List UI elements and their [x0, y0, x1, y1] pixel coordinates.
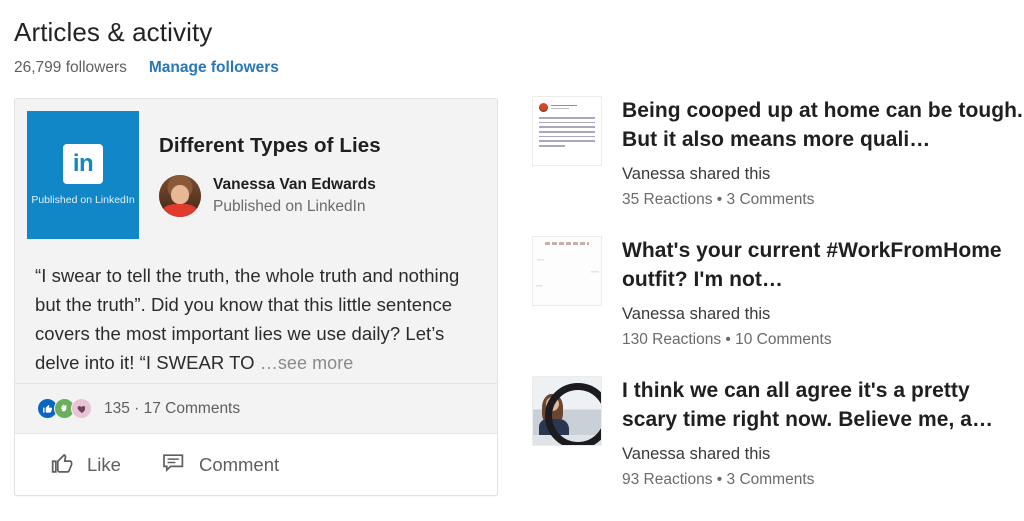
activity-stats: 93 Reactions • 3 Comments — [622, 471, 815, 488]
page-title: Articles & activity — [14, 17, 213, 47]
social-counts-row: 135 · 17 Comments — [15, 383, 497, 419]
activity-shared-by: Vanessa shared this — [622, 445, 771, 463]
see-more-link[interactable]: …see more — [260, 353, 353, 373]
reaction-counts-text: 135 · 17 Comments — [104, 399, 241, 417]
article-card[interactable]: in Published on LinkedIn Different Types… — [14, 98, 498, 496]
article-body-text: “I swear to tell the truth, the whole tr… — [35, 265, 460, 373]
thumbs-up-icon — [49, 450, 75, 479]
article-body: “I swear to tell the truth, the whole tr… — [15, 239, 497, 378]
header-subline: 26,799 followers Manage followers — [14, 58, 534, 78]
article-author-row: Vanessa Van Edwards Published on LinkedI… — [159, 175, 485, 217]
activity-stats: 35 Reactions • 3 Comments — [622, 191, 815, 208]
activity-title[interactable]: Being cooped up at home can be tough. Bu… — [622, 96, 1024, 154]
activity-shared-by: Vanessa shared this — [622, 165, 771, 183]
activity-item[interactable]: Being cooped up at home can be tough. Bu… — [532, 96, 1024, 210]
author-subtitle: Published on LinkedIn — [213, 198, 366, 215]
like-button-label: Like — [87, 453, 121, 475]
activity-stats: 130 Reactions • 10 Comments — [622, 331, 832, 348]
linkedin-logo-text: in — [72, 149, 94, 177]
card-action-bar: Like Comment — [15, 433, 497, 495]
comment-button-label: Comment — [198, 453, 280, 475]
ring-light-icon — [545, 383, 601, 445]
activity-title[interactable]: What's your current #WorkFromHome outfit… — [622, 236, 1024, 294]
author-name: Vanessa Van Edwards — [213, 176, 376, 193]
linkedin-article-thumbnail[interactable]: in Published on LinkedIn — [27, 111, 139, 239]
activity-thumbnail-ring-light-photo[interactable] — [532, 376, 602, 446]
post-thumb-header — [539, 103, 595, 112]
author-avatar[interactable] — [159, 175, 201, 217]
article-title[interactable]: Different Types of Lies — [159, 133, 485, 159]
thumbnail-caption: Published on LinkedIn — [31, 193, 135, 206]
linkedin-logo-icon: in — [63, 143, 103, 184]
activity-text: I think we can all agree it's a pretty s… — [602, 376, 1024, 490]
activity-list: Being cooped up at home can be tough. Bu… — [532, 96, 1024, 516]
activity-item[interactable]: What's your current #WorkFromHome outfit… — [532, 236, 1024, 350]
articles-activity-header: Articles & activity 26,799 followers Man… — [14, 16, 534, 78]
article-card-top: in Published on LinkedIn Different Types… — [15, 99, 497, 239]
post-thumb-body-lines — [539, 117, 595, 147]
author-text: Vanessa Van Edwards Published on LinkedI… — [213, 175, 376, 217]
activity-shared-by: Vanessa shared this — [622, 305, 771, 323]
reaction-icons[interactable] — [37, 398, 92, 419]
illustration-annotation-marks — [535, 253, 599, 299]
manage-followers-link[interactable]: Manage followers — [149, 58, 279, 78]
activity-title[interactable]: I think we can all agree it's a pretty s… — [622, 376, 1024, 434]
followers-count: 26,799 followers — [14, 59, 127, 76]
activity-thumbnail-outfit-illustration[interactable] — [532, 236, 602, 306]
activity-text: Being cooped up at home can be tough. Bu… — [602, 96, 1024, 210]
activity-thumbnail-text-post[interactable] — [532, 96, 602, 166]
like-button[interactable]: Like — [49, 450, 121, 479]
activity-text: What's your current #WorkFromHome outfit… — [602, 236, 1024, 350]
comment-bubble-icon — [161, 451, 187, 478]
reaction-support-icon — [71, 398, 92, 419]
avatar-face — [171, 185, 189, 204]
activity-item[interactable]: I think we can all agree it's a pretty s… — [532, 376, 1024, 490]
comment-button[interactable]: Comment — [161, 451, 279, 478]
post-thumb-name-lines — [551, 104, 595, 111]
avatar-body — [164, 204, 196, 217]
article-meta: Different Types of Lies Vanessa Van Edwa… — [139, 111, 485, 239]
post-thumb-avatar — [539, 103, 548, 112]
illustration-title-strip — [545, 242, 589, 245]
